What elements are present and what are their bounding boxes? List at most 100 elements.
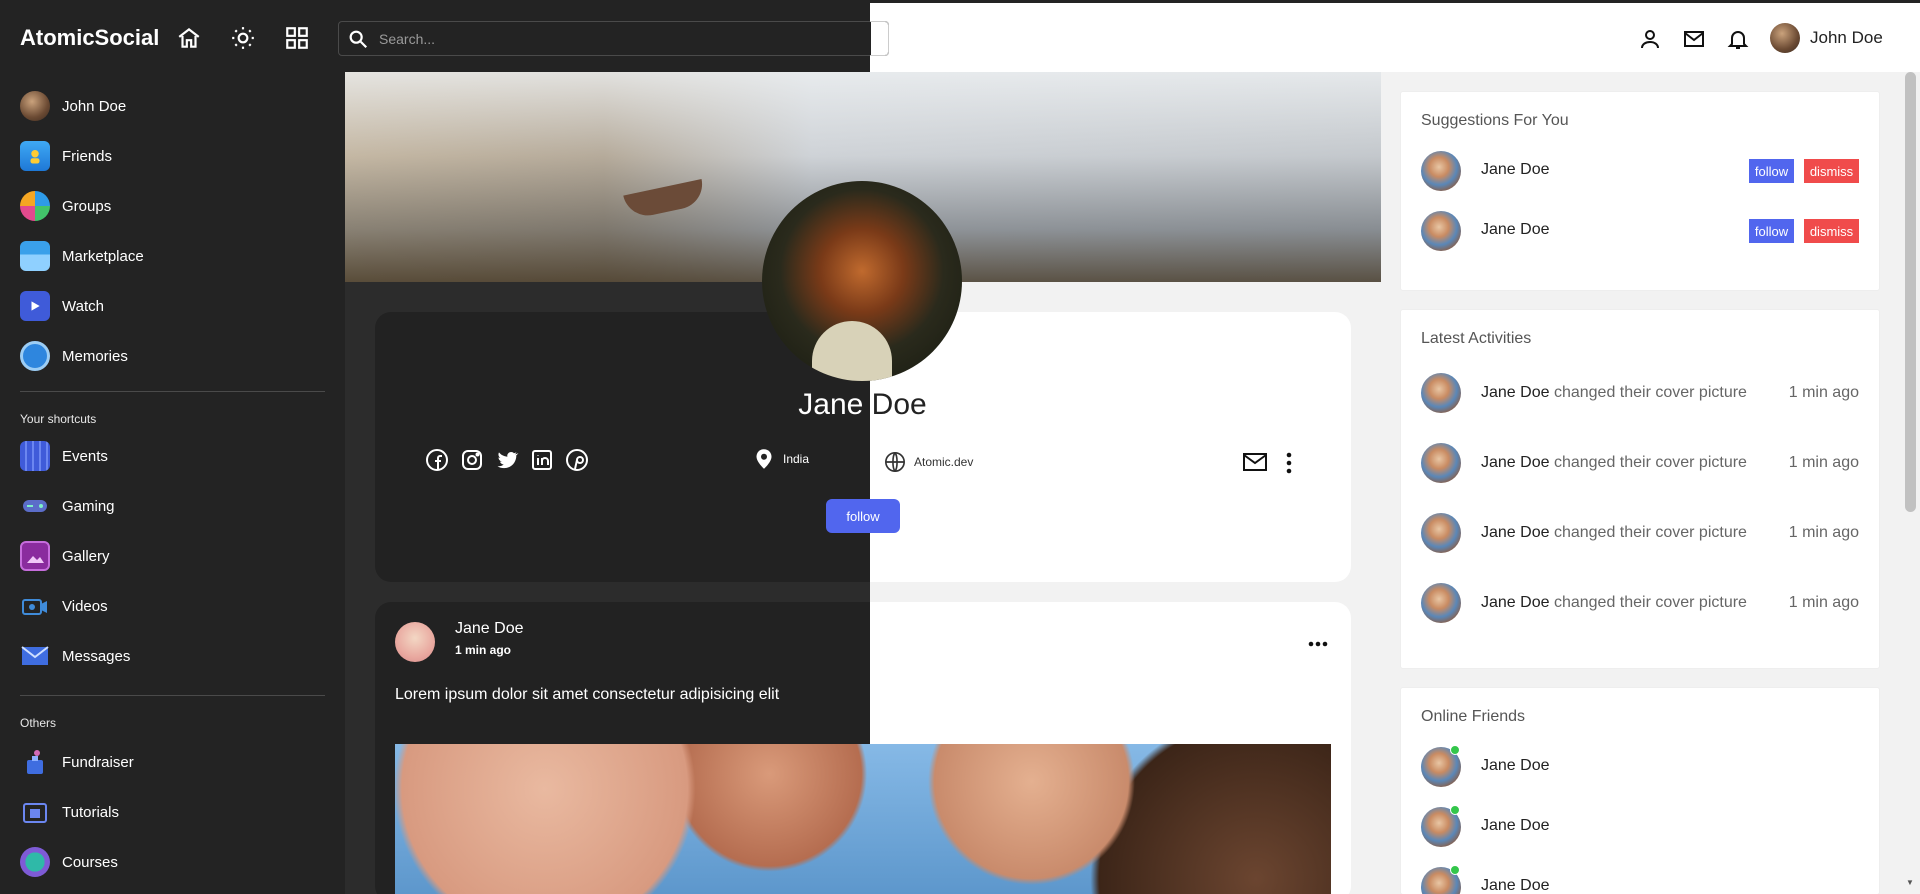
- search-bar[interactable]: [338, 21, 889, 56]
- activity-user[interactable]: Jane Doe: [1481, 454, 1550, 471]
- gaming-icon: [20, 491, 50, 521]
- avatar: [1770, 23, 1800, 53]
- sidebar-item-courses[interactable]: Courses: [20, 846, 118, 878]
- location-pin-icon: [756, 449, 772, 469]
- activity-user[interactable]: Jane Doe: [1481, 384, 1550, 401]
- more-horizontal-icon[interactable]: [1308, 638, 1328, 650]
- location-text: India: [783, 452, 810, 466]
- avatar[interactable]: [1421, 373, 1461, 413]
- activity-text: Jane Doe changed their cover picture: [1481, 454, 1747, 472]
- others-heading: Others: [20, 716, 57, 730]
- profile-location: India: [755, 448, 809, 470]
- sidebar: John Doe Friends Groups Marketplace Watc…: [0, 72, 345, 894]
- person-icon[interactable]: [1638, 27, 1662, 51]
- avatar: [20, 91, 50, 121]
- activities-card: Latest Activities Jane Doe changed their…: [1401, 310, 1879, 668]
- avatar[interactable]: [1421, 151, 1461, 191]
- sidebar-item-friends[interactable]: Friends: [20, 140, 112, 172]
- memories-icon: [20, 341, 50, 371]
- follow-button[interactable]: follow: [1749, 159, 1794, 183]
- bell-icon[interactable]: [1726, 27, 1750, 51]
- boat-image-detail: [623, 178, 707, 221]
- shortcuts-heading: Your shortcuts: [20, 412, 97, 426]
- sidebar-item-events[interactable]: Events: [20, 440, 108, 472]
- grid-icon[interactable]: [284, 25, 310, 51]
- instagram-icon[interactable]: [460, 448, 484, 472]
- avatar[interactable]: [395, 622, 435, 662]
- avatar[interactable]: [1421, 513, 1461, 553]
- sidebar-item-memories[interactable]: Memories: [20, 340, 128, 372]
- friend-name[interactable]: Jane Doe: [1481, 817, 1550, 835]
- linkedin-icon[interactable]: [530, 448, 554, 472]
- sidebar-item-tutorials[interactable]: Tutorials: [20, 796, 119, 828]
- sidebar-item-gaming[interactable]: Gaming: [20, 490, 115, 522]
- sidebar-item-label: Courses: [62, 853, 118, 871]
- activity-text: Jane Doe changed their cover picture: [1481, 594, 1747, 612]
- profile-name-first: Jane: [798, 388, 872, 421]
- user-menu[interactable]: John Doe: [1770, 23, 1883, 53]
- sidebar-item-groups[interactable]: Groups: [20, 190, 111, 222]
- profile-photo[interactable]: [762, 181, 962, 381]
- avatar[interactable]: [1421, 211, 1461, 251]
- activity-user[interactable]: Jane Doe: [1481, 594, 1550, 611]
- suggestion-name[interactable]: Jane Doe: [1481, 221, 1550, 239]
- message-icon[interactable]: [1243, 452, 1267, 472]
- app-logo[interactable]: AtomicSocial: [20, 25, 159, 51]
- sidebar-item-watch[interactable]: Watch: [20, 290, 104, 322]
- page-scrollbar[interactable]: ▼: [1901, 72, 1920, 894]
- videos-icon: [20, 591, 50, 621]
- mail-icon[interactable]: [1682, 27, 1706, 51]
- marketplace-icon: [20, 241, 50, 271]
- suggestions-title: Suggestions For You: [1421, 112, 1569, 129]
- dismiss-button[interactable]: dismiss: [1804, 159, 1859, 183]
- website-text: Atomic.dev: [914, 455, 974, 469]
- sidebar-item-profile[interactable]: John Doe: [20, 90, 126, 122]
- fundraiser-icon: [20, 747, 50, 777]
- follow-button[interactable]: follow: [1749, 219, 1794, 243]
- user-name: John Doe: [1810, 28, 1883, 47]
- more-vertical-icon[interactable]: [1281, 452, 1297, 474]
- profile-follow-button[interactable]: follow: [826, 499, 900, 533]
- sidebar-item-label: Messages: [62, 647, 131, 665]
- friend-name[interactable]: Jane Doe: [1481, 757, 1550, 775]
- friends-icon: [20, 141, 50, 171]
- sidebar-divider: [20, 695, 325, 696]
- sidebar-item-gallery[interactable]: Gallery: [20, 540, 110, 572]
- suggestion-name[interactable]: Jane Doe: [1481, 161, 1550, 179]
- activity-action: changed their cover picture: [1549, 524, 1747, 541]
- online-friends-card: Online Friends Jane Doe Jane Doe Jane Do…: [1401, 688, 1879, 894]
- dismiss-button[interactable]: dismiss: [1804, 219, 1859, 243]
- friend-name[interactable]: Jane Doe: [1481, 877, 1550, 894]
- activity-text: Jane Doe changed their cover picture: [1481, 384, 1747, 402]
- avatar[interactable]: [1421, 443, 1461, 483]
- sidebar-item-label: Events: [62, 447, 108, 465]
- scrollbar-thumb[interactable]: [1905, 72, 1916, 512]
- profile-name: Jane Doe: [700, 388, 1025, 422]
- activity-time: 1 min ago: [1788, 594, 1859, 611]
- search-input[interactable]: [379, 29, 859, 49]
- post-text: Lorem ipsum dolor sit amet consectetur a…: [395, 686, 780, 703]
- sidebar-item-fundraiser[interactable]: Fundraiser: [20, 746, 134, 778]
- sidebar-item-marketplace[interactable]: Marketplace: [20, 240, 144, 272]
- facebook-icon[interactable]: [425, 448, 449, 472]
- home-icon[interactable]: [176, 25, 202, 51]
- post-author[interactable]: Jane Doe: [455, 620, 524, 638]
- sidebar-item-label: Videos: [62, 597, 108, 615]
- sidebar-item-label: Groups: [62, 197, 112, 215]
- pinterest-icon[interactable]: [565, 448, 589, 472]
- activity-time: 1 min ago: [1788, 454, 1859, 471]
- twitter-icon[interactable]: [495, 448, 519, 472]
- sidebar-item-label: John Doe: [62, 97, 127, 115]
- activity-user[interactable]: Jane Doe: [1481, 524, 1550, 541]
- activity-action: changed their cover picture: [1549, 594, 1747, 611]
- sidebar-item-label: Fundraiser: [62, 753, 134, 771]
- avatar[interactable]: [1421, 583, 1461, 623]
- sidebar-item-messages[interactable]: Messages: [20, 640, 130, 672]
- scroll-down-arrow[interactable]: ▼: [1906, 878, 1914, 887]
- tutorials-icon: [20, 797, 50, 827]
- sun-icon[interactable]: [230, 25, 256, 51]
- post-image[interactable]: [395, 744, 1331, 894]
- online-indicator: [1450, 865, 1460, 875]
- profile-website[interactable]: Atomic.dev: [884, 451, 973, 473]
- sidebar-item-videos[interactable]: Videos: [20, 590, 108, 622]
